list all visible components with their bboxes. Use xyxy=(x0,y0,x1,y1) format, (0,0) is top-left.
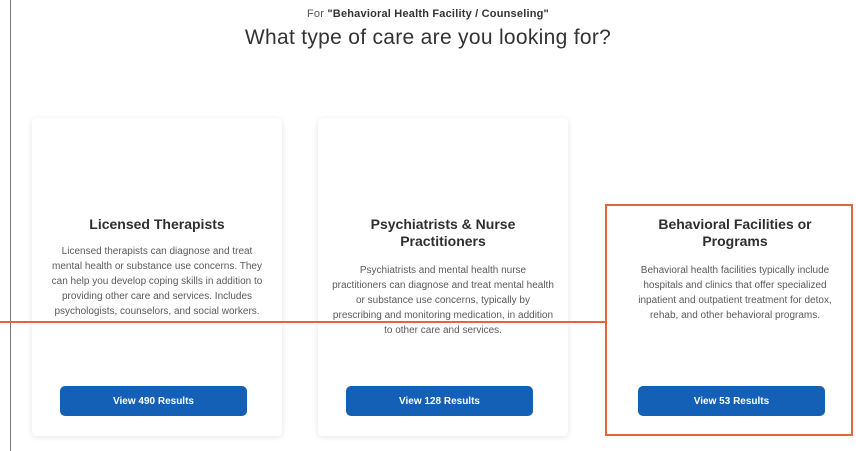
view-results-button[interactable]: View 490 Results xyxy=(60,386,247,416)
card-title: Psychiatrists & Nurse Practitioners xyxy=(370,216,516,249)
category-value: "Behavioral Health Facility / Counseling… xyxy=(327,8,549,20)
left-frame-border xyxy=(10,0,11,451)
view-results-button[interactable]: View 128 Results xyxy=(346,386,533,416)
view-results-button[interactable]: View 53 Results xyxy=(638,386,825,416)
card-description: Behavioral health facilities typically i… xyxy=(638,265,832,321)
care-card-licensed-therapists: Licensed Therapists Licensed therapists … xyxy=(32,118,282,436)
category-line: For "Behavioral Health Facility / Counse… xyxy=(0,8,856,20)
card-title: Licensed Therapists xyxy=(89,216,225,232)
category-prefix: For xyxy=(307,8,325,20)
card-title: Behavioral Facilities or Programs xyxy=(658,216,812,249)
page-header: For "Behavioral Health Facility / Counse… xyxy=(0,8,856,50)
card-description: Licensed therapists can diagnose and tre… xyxy=(51,246,263,317)
care-card-psychiatrists: Psychiatrists & Nurse Practitioners Psyc… xyxy=(318,118,568,436)
page-question: What type of care are you looking for? xyxy=(244,26,612,49)
annotation-line xyxy=(0,321,606,323)
card-description: Psychiatrists and mental health nurse pr… xyxy=(332,265,554,336)
care-card-behavioral-facilities: Behavioral Facilities or Programs Behavi… xyxy=(610,118,856,436)
